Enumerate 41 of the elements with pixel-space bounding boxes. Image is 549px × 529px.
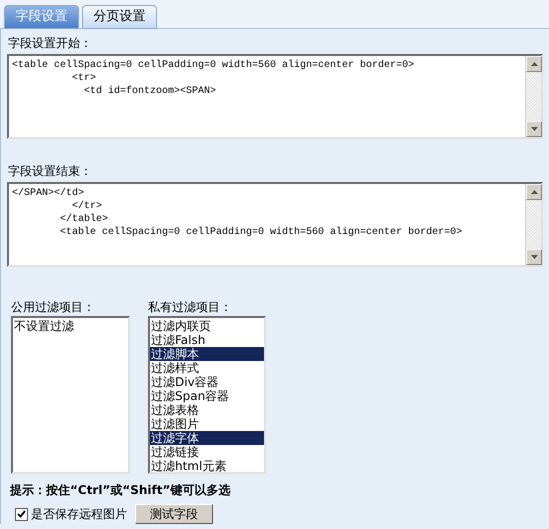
down-arrow-icon	[530, 127, 538, 131]
test-button[interactable]: 测试字段	[135, 504, 213, 524]
code-line: </tr>	[71, 200, 102, 213]
code-line: <td id=fontzoom><SPAN>	[83, 85, 216, 98]
filter-option[interactable]: 过滤表格	[150, 403, 264, 417]
section-label: 字段设置开始：	[8, 35, 93, 51]
check-icon	[17, 510, 26, 518]
filter-option[interactable]: 过滤脚本	[150, 347, 264, 361]
code-line: <table cellSpacing=0 cellPadding=0 width=560 align=center border=0>	[59, 226, 462, 239]
list-label: 公用过滤项目：	[11, 299, 96, 315]
scroll-up-button[interactable]	[526, 56, 542, 72]
down-arrow-icon	[530, 255, 538, 259]
scroll-down-button[interactable]	[526, 249, 542, 265]
code-line: </table>	[59, 213, 108, 226]
filter-option[interactable]: 不设置过滤	[13, 319, 128, 333]
filter-option[interactable]: 过滤图片	[150, 417, 264, 431]
checkbox-label: 是否保存远程图片	[31, 506, 127, 523]
scroll-up-button[interactable]	[526, 184, 542, 200]
filter-option[interactable]: 过滤链接	[150, 445, 264, 459]
code-line: <table cellSpacing=0 cellPadding=0 width=560 align=center border=0>	[12, 59, 414, 72]
filter-option[interactable]: 过滤样式	[150, 361, 264, 375]
code-textarea[interactable]: <table cellSpacing=0 cellPadding=0 width=560 align=center border=0> <tr> <td id=fontzoom><SPAN>	[7, 54, 543, 139]
filter-listbox[interactable]: 不设置过滤	[11, 316, 130, 474]
list-label: 私有过滤项目：	[148, 299, 233, 315]
filter-option[interactable]: 过滤内联页	[150, 319, 264, 333]
checkbox[interactable]	[15, 508, 28, 520]
scroll-down-button[interactable]	[526, 121, 542, 137]
filter-option[interactable]: 过滤字体	[150, 431, 264, 445]
code-line: <tr>	[71, 72, 96, 85]
up-arrow-icon	[530, 190, 538, 194]
section-label: 字段设置结束：	[8, 163, 93, 179]
filter-option[interactable]: 过滤Div容器	[150, 375, 264, 389]
code-line: </SPAN></td>	[12, 187, 84, 200]
code-textarea[interactable]: </SPAN></td> </tr> </table> <table cellSpacing=0 cellPadding=0 width=560 align=center border=0>	[7, 182, 543, 267]
hint-text: 提示：按住“Ctrl”或“Shift”键可以多选	[10, 482, 232, 498]
up-arrow-icon	[530, 62, 538, 66]
tab[interactable]: 分页设置	[82, 5, 157, 29]
filter-option[interactable]: 过滤Span容器	[150, 389, 264, 403]
filter-option[interactable]: 过滤Falsh	[150, 333, 264, 347]
filter-option[interactable]: 过滤html元素	[150, 459, 264, 473]
filter-listbox[interactable]: 过滤内联页 过滤Falsh 过滤脚本 过滤样式 过滤Div容器 过滤Span容器 过滤表格 过滤图片 过滤字体 过滤链接 过滤html元素	[148, 316, 266, 474]
